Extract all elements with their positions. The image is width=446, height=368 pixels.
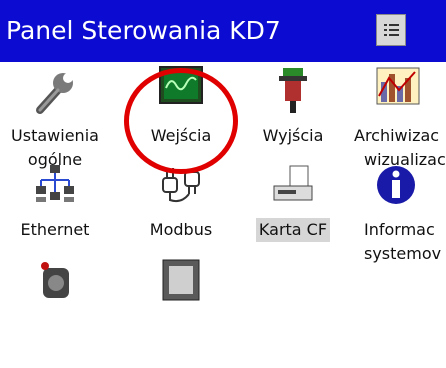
tile-label: Wejścia <box>150 126 212 145</box>
oscilloscope-icon <box>126 66 236 118</box>
output-connector-icon <box>238 66 348 118</box>
title-bar: Panel Sterowania KD7 <box>0 0 446 62</box>
tile-archiwizacja[interactable]: Archiwizac wizualizac <box>352 66 446 176</box>
tile-informacje-systemowe[interactable]: Informac systemov <box>352 164 446 274</box>
tile-label: Archiwizac <box>354 126 440 145</box>
tile-label: Ethernet <box>20 220 90 239</box>
camera-device-icon <box>0 258 110 310</box>
monitor-frame-icon <box>126 258 236 310</box>
tile-monitor[interactable] <box>126 258 236 368</box>
tile-ustawienia-ogolne[interactable]: Ustawienia ogólne <box>0 66 110 176</box>
tile-label: Modbus <box>149 220 213 239</box>
network-computers-icon <box>0 164 110 216</box>
cf-card-icon <box>238 164 348 216</box>
list-menu-icon <box>384 24 399 36</box>
menu-button[interactable] <box>376 14 406 46</box>
bar-chart-icon <box>352 66 446 118</box>
modbus-connector-icon <box>126 164 236 216</box>
tile-karta-cf[interactable]: Karta CF <box>238 164 348 274</box>
tile-wejscia[interactable]: Wejścia <box>126 66 236 176</box>
tile-label: Ustawienia <box>11 126 99 145</box>
wrench-icon <box>0 66 110 118</box>
info-icon <box>352 164 446 216</box>
tile-label: systemov <box>364 244 442 263</box>
tile-label: Karta CF <box>255 218 331 242</box>
tile-wyjscia[interactable]: Wyjścia <box>238 66 348 176</box>
tile-label: Informac <box>364 220 435 239</box>
tile-label: Wyjścia <box>262 126 324 145</box>
window-title: Panel Sterowania KD7 <box>6 16 281 45</box>
tile-camera[interactable] <box>0 258 110 368</box>
